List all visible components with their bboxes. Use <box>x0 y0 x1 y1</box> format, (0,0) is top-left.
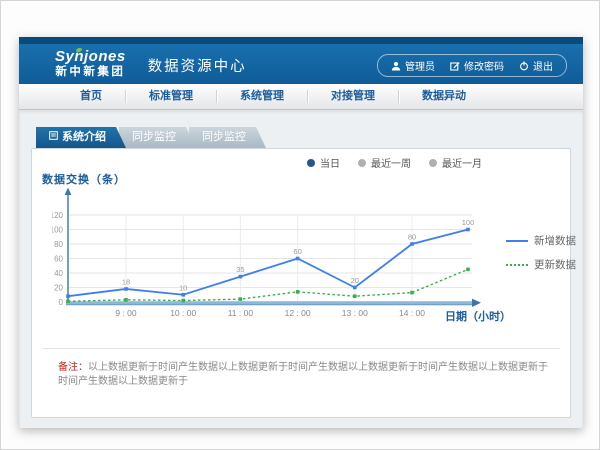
nav-item-3[interactable]: 对接管理 <box>308 84 398 109</box>
data-point <box>66 294 70 298</box>
y-tick-label: 20 <box>54 283 63 292</box>
legend-label: 更新数据 <box>534 257 576 272</box>
data-point <box>181 293 185 297</box>
nav-item-2[interactable]: 系统管理 <box>217 84 307 109</box>
y-tick-label: 120 <box>52 211 64 220</box>
x-axis-arrow-icon <box>472 299 481 307</box>
radio-icon <box>358 159 366 167</box>
power-icon <box>519 61 529 71</box>
data-point <box>239 275 243 279</box>
data-point-label: 35 <box>236 265 244 274</box>
doc-icon <box>49 127 58 148</box>
range-option-label: 最近一月 <box>442 155 482 170</box>
data-point <box>410 242 414 246</box>
exchange-line-chart: 0 20 40 60 80 100 120 9 : 00 10 : 00 11 : 00 12 : … <box>52 185 512 325</box>
screenshot-frame: Synjones 新中新集团 数据资源中心 管理员修改密码退出 首页标准管理系统… <box>0 0 600 450</box>
data-point <box>466 268 470 272</box>
x-tick-label: 11 : 00 <box>228 308 254 318</box>
tab-label: 系统介绍 <box>62 127 106 148</box>
data-point-label: 20 <box>351 276 359 285</box>
legend-line-sample <box>506 264 528 266</box>
date-range-filter: 当日 最近一周 最近一月 <box>307 155 482 170</box>
userbar-label: 修改密码 <box>464 58 504 73</box>
userbar-power-button[interactable]: 退出 <box>519 58 553 73</box>
range-option-2[interactable]: 最近一月 <box>429 155 482 170</box>
data-point-label: 80 <box>408 233 416 242</box>
data-point <box>353 294 357 298</box>
range-option-1[interactable]: 最近一周 <box>358 155 411 170</box>
radio-icon <box>429 159 437 167</box>
nav-item-4[interactable]: 数据异动 <box>399 84 489 109</box>
data-point <box>239 297 243 301</box>
logo-company-name: 新中新集团 <box>55 66 126 79</box>
data-point <box>124 298 128 302</box>
y-tick-label: 0 <box>59 298 64 307</box>
radio-icon <box>307 159 315 167</box>
data-point <box>124 287 128 291</box>
x-tick-label: 10 : 00 <box>170 308 196 318</box>
tab-bar: 系统介绍 同步监控 同步监控 <box>36 127 266 148</box>
logo-brand-name: Synjones <box>55 49 126 66</box>
edit-icon <box>450 61 460 71</box>
footnote-text: 以上数据更新于时间产生数据以上数据更新于时间产生数据以上数据更新于时间产生数据以… <box>58 362 548 387</box>
data-point-label: 18 <box>122 277 130 286</box>
y-tick-label: 100 <box>52 225 64 234</box>
data-point <box>296 257 300 261</box>
data-point-label: 10 <box>179 283 187 292</box>
tab-label: 同步监控 <box>202 127 246 148</box>
x-tick-label: 13 : 00 <box>342 308 368 318</box>
nav-item-0[interactable]: 首页 <box>57 84 125 109</box>
header-top-strip <box>19 37 583 44</box>
app-header: Synjones 新中新集团 数据资源中心 管理员 修改密码 退出 <box>19 44 583 84</box>
userbar-label: 退出 <box>533 58 553 73</box>
data-point <box>296 290 300 294</box>
main-nav: 首页标准管理系统管理对接管理数据异动 <box>19 84 583 110</box>
nav-item-1[interactable]: 标准管理 <box>126 84 216 109</box>
y-tick-label: 80 <box>54 240 63 249</box>
data-point <box>410 291 414 295</box>
tab-2[interactable]: 同步监控 <box>189 127 266 148</box>
tab-0[interactable]: 系统介绍 <box>36 127 126 148</box>
tab-1[interactable]: 同步监控 <box>119 127 196 148</box>
user-icon <box>391 61 401 71</box>
chart-legend: 新增数据更新数据 <box>506 233 576 272</box>
x-tick-label: 9 : 00 <box>115 308 137 318</box>
range-option-label: 最近一周 <box>371 155 411 170</box>
data-point <box>66 299 70 303</box>
legend-item-0: 新增数据 <box>506 233 576 248</box>
app-window: Synjones 新中新集团 数据资源中心 管理员修改密码退出 首页标准管理系统… <box>19 37 583 428</box>
content-area: 系统介绍同步监控同步监控 当日最近一周最近一月 数据交换（条） 02040608… <box>19 110 583 428</box>
chart-panel: 当日最近一周最近一月 数据交换（条） 0204060801001209 : 00… <box>31 148 571 418</box>
range-option-0[interactable]: 当日 <box>307 155 340 170</box>
footer-divider <box>42 348 560 349</box>
legend-item-1: 更新数据 <box>506 257 576 272</box>
footnote-label: 备注： <box>58 362 88 373</box>
data-point <box>181 299 185 303</box>
x-tick-label: 12 : 00 <box>285 308 311 318</box>
range-option-label: 当日 <box>320 155 340 170</box>
legend-label: 新增数据 <box>534 233 576 248</box>
data-point <box>466 228 470 232</box>
tab-label: 同步监控 <box>132 127 176 148</box>
y-tick-label: 40 <box>54 269 63 278</box>
footnote: 备注：以上数据更新于时间产生数据以上数据更新于时间产生数据以上数据更新于时间产生… <box>58 361 556 389</box>
userbar-label: 管理员 <box>405 58 435 73</box>
userbar-edit-button[interactable]: 修改密码 <box>450 58 504 73</box>
data-point-label: 60 <box>293 247 301 256</box>
page-title: 数据资源中心 <box>148 53 247 76</box>
user-toolbar: 管理员 修改密码 退出 <box>377 54 567 77</box>
data-point <box>353 286 357 290</box>
data-point-label: 100 <box>462 218 475 227</box>
x-tick-label: 14 : 00 <box>399 308 425 318</box>
y-axis-arrow-icon <box>65 188 72 196</box>
company-logo: Synjones 新中新集团 <box>55 49 126 78</box>
userbar-user-button[interactable]: 管理员 <box>391 58 435 73</box>
legend-line-sample <box>506 240 528 242</box>
y-tick-label: 60 <box>54 254 63 263</box>
x-axis-title: 日期（小时） <box>445 308 511 324</box>
